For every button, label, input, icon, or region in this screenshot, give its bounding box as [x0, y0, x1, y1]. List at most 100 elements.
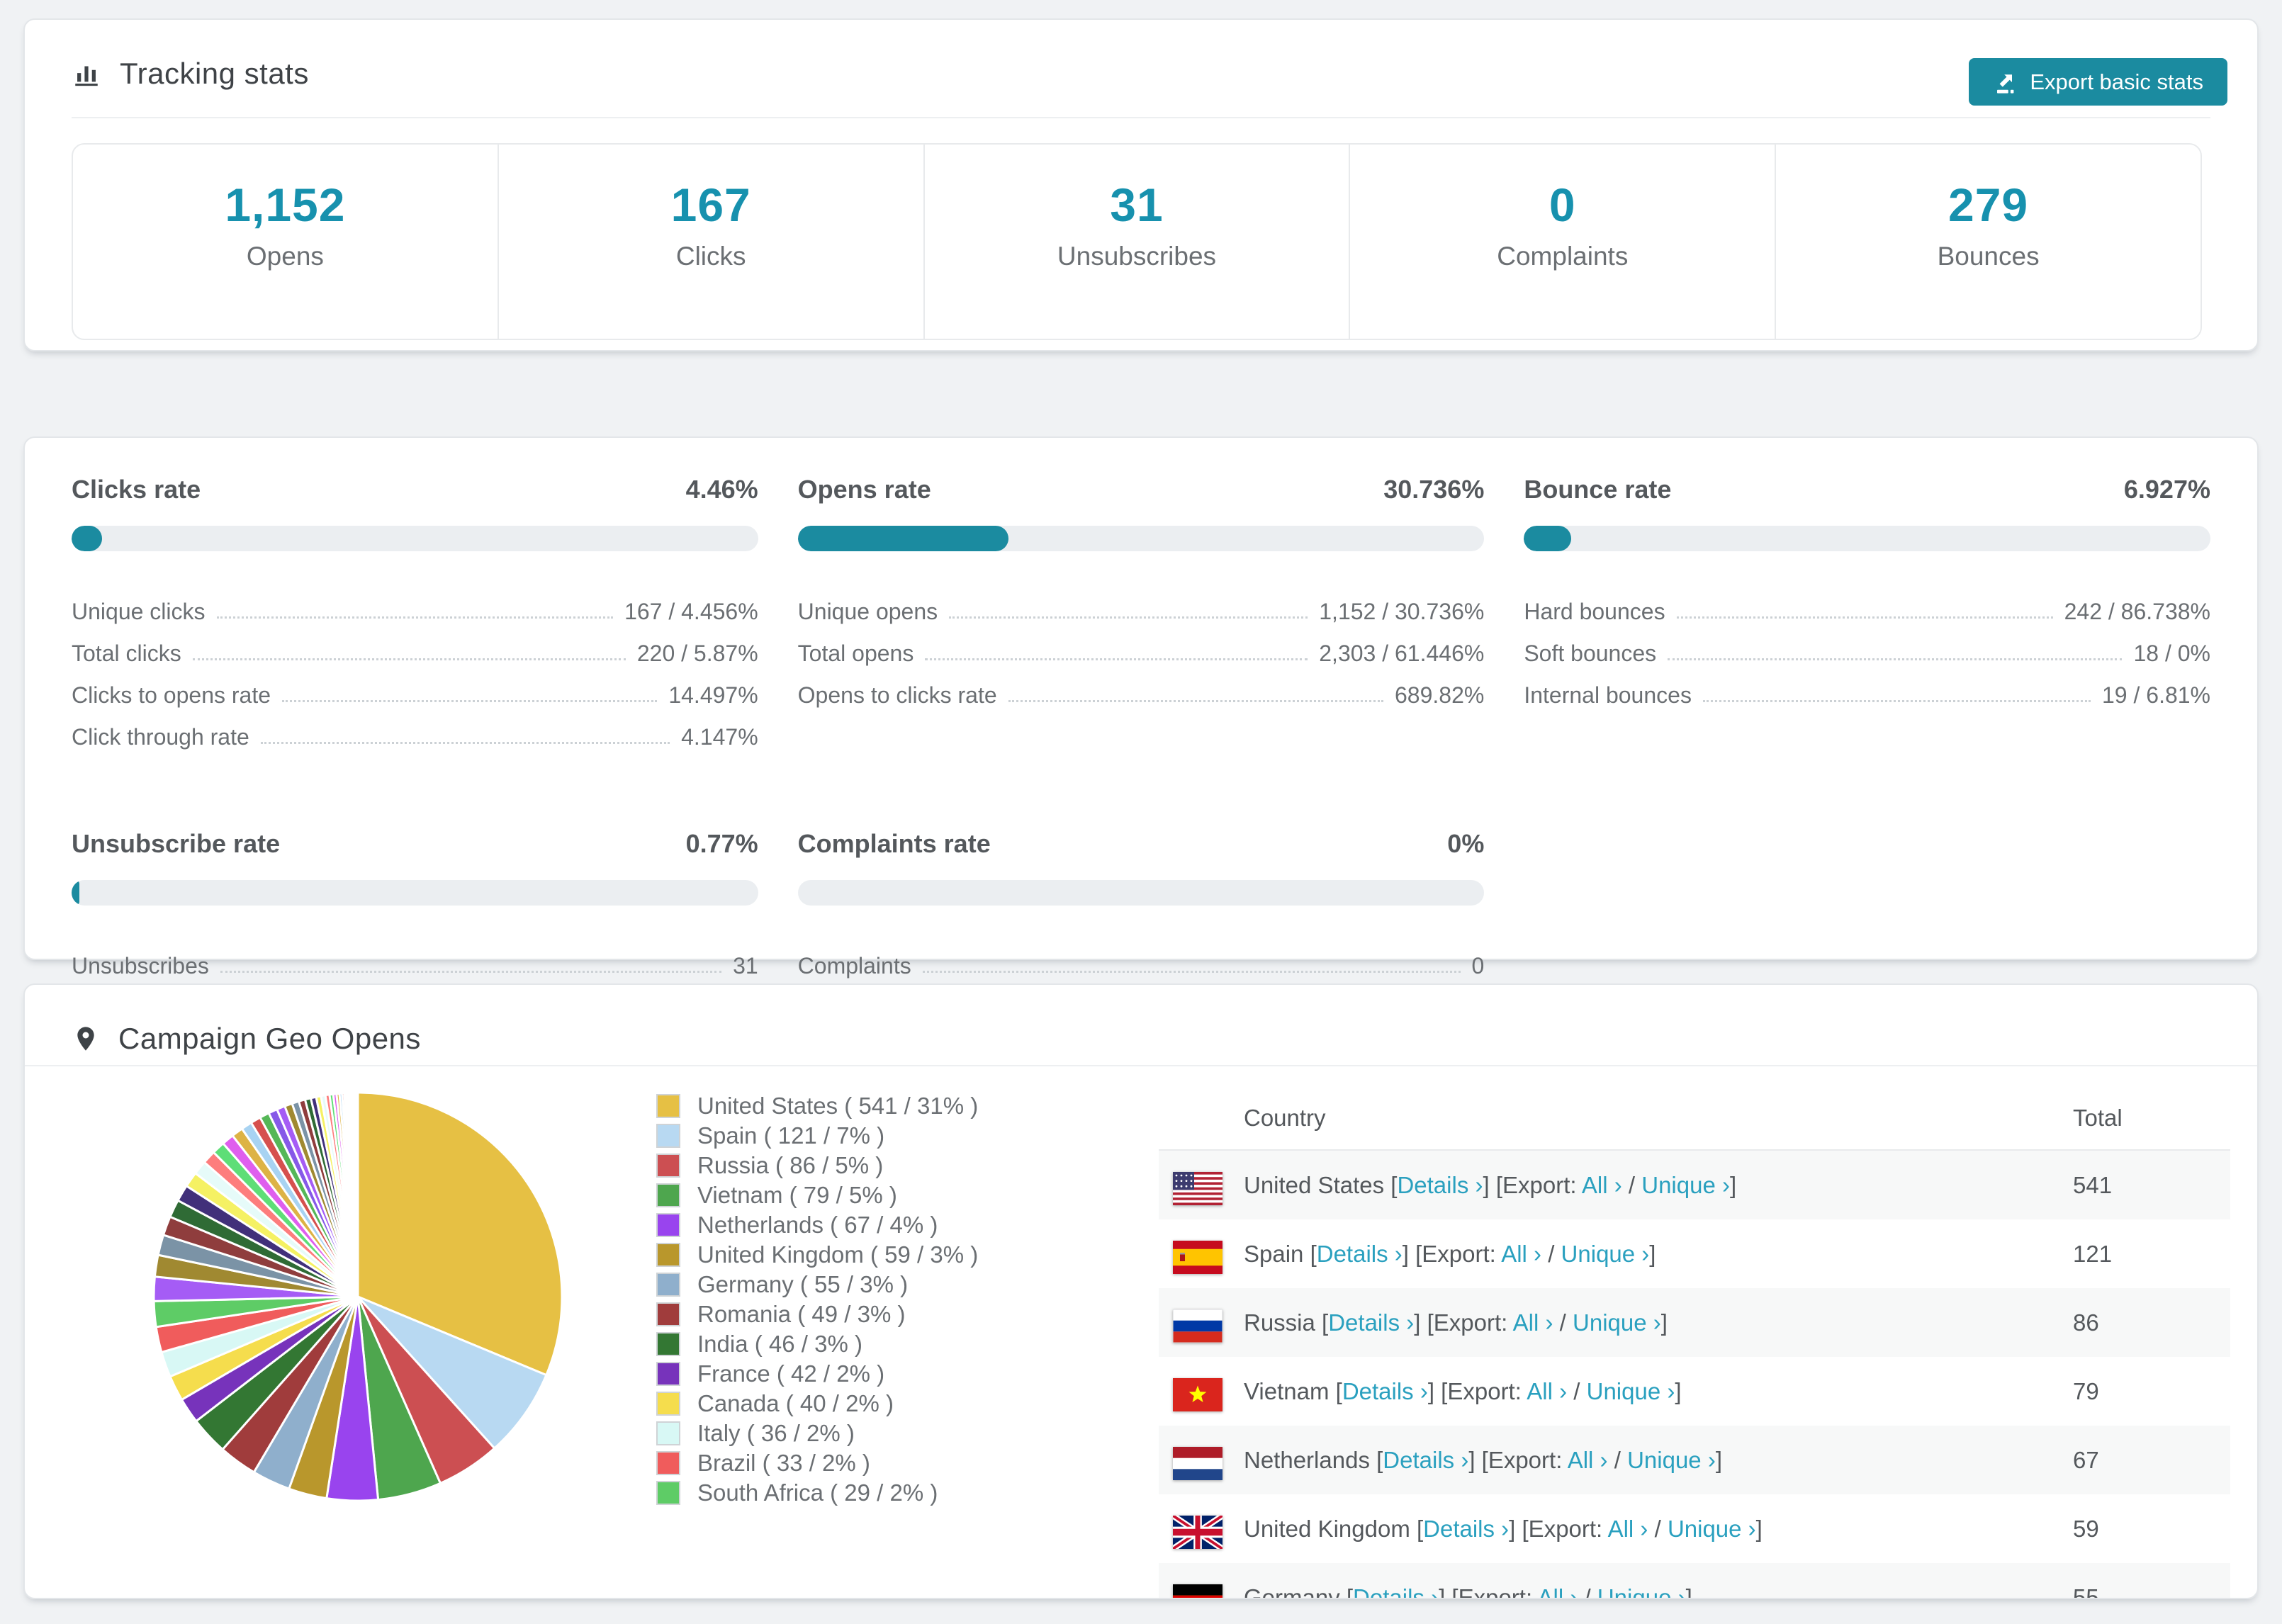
legend-swatch: [656, 1094, 680, 1118]
export-prefix: ] [Export:: [1414, 1309, 1513, 1336]
legend-label: India ( 46 / 3% ): [697, 1331, 862, 1357]
rate-detail-row: Total opens 2,303 / 61.446%: [798, 624, 1485, 666]
rate-detail-label: Hard bounces: [1524, 599, 1665, 625]
rate-detail-value: 220 / 5.87%: [636, 641, 758, 667]
legend-item-united-kingdom[interactable]: United Kingdom ( 59 / 3% ): [656, 1240, 1110, 1270]
bracket-close: ]: [1755, 1515, 1763, 1542]
dotted-leader: [925, 658, 1308, 660]
export-all-link[interactable]: All ›: [1568, 1447, 1608, 1473]
rate-value: 0.77%: [685, 829, 758, 858]
export-unique-link[interactable]: Unique ›: [1668, 1516, 1756, 1542]
bracket-close: ]: [1649, 1240, 1656, 1267]
rate-title: Clicks rate: [72, 475, 201, 504]
rate-block-bounce-rate: Bounce rate 6.927% Hard bounces 242 / 86.73…: [1524, 475, 2210, 750]
details-link[interactable]: Details ›: [1353, 1584, 1439, 1598]
legend-item-canada[interactable]: Canada ( 40 / 2% ): [656, 1389, 1110, 1419]
export-all-link[interactable]: All ›: [1537, 1584, 1578, 1598]
us-flag-icon: [1173, 1171, 1222, 1205]
pie-slice-other[interactable]: [356, 1091, 359, 1298]
rate-value: 4.46%: [685, 475, 758, 504]
legend-item-south-africa[interactable]: South Africa ( 29 / 2% ): [656, 1478, 1110, 1508]
rate-progress-bar: [72, 526, 758, 551]
export-unique-link[interactable]: Unique ›: [1597, 1584, 1686, 1598]
country-name: Netherlands [: [1244, 1446, 1383, 1473]
export-all-link[interactable]: All ›: [1582, 1172, 1622, 1198]
legend-item-italy[interactable]: Italy ( 36 / 2% ): [656, 1419, 1110, 1448]
rate-progress-fill: [1524, 526, 1572, 551]
export-basic-stats-button[interactable]: Export basic stats: [1969, 58, 2227, 106]
legend-swatch: [656, 1213, 680, 1237]
link-separator: /: [1553, 1309, 1573, 1336]
legend-label: Italy ( 36 / 2% ): [697, 1420, 855, 1446]
export-icon: [1997, 74, 2014, 94]
dotted-leader: [922, 971, 1461, 973]
legend-swatch: [656, 1273, 680, 1297]
legend-item-netherlands[interactable]: Netherlands ( 67 / 4% ): [656, 1210, 1110, 1240]
export-all-link[interactable]: All ›: [1513, 1309, 1553, 1336]
geo-table-row-russia: Russia [Details ›] [Export: All › / Uniq…: [1159, 1288, 2230, 1357]
rate-detail-value: 18 / 0%: [2133, 641, 2210, 667]
rate-title: Unsubscribe rate: [72, 829, 281, 858]
de-flag-icon: [1173, 1584, 1222, 1598]
rate-detail-label: Clicks to opens rate: [72, 682, 271, 709]
details-link[interactable]: Details ›: [1317, 1241, 1403, 1267]
export-all-link[interactable]: All ›: [1527, 1378, 1567, 1404]
rate-detail-label: Opens to clicks rate: [797, 682, 997, 709]
geo-table-row-netherlands: Netherlands [Details ›] [Export: All › /…: [1159, 1426, 2230, 1494]
rate-block-clicks-rate: Clicks rate 4.46% Unique clicks 167 / 4.456…: [72, 475, 758, 750]
header-divider: [72, 117, 2210, 118]
rate-value: 30.736%: [1383, 475, 1485, 504]
legend-item-spain[interactable]: Spain ( 121 / 7% ): [656, 1121, 1110, 1151]
ru-flag-icon: [1173, 1309, 1222, 1343]
column-header-country: Country: [1244, 1105, 1326, 1131]
export-unique-link[interactable]: Unique ›: [1561, 1241, 1650, 1267]
export-all-link[interactable]: All ›: [1608, 1516, 1648, 1542]
summary-stat-complaints: 0 Complaints: [1349, 145, 1775, 339]
rate-detail-label: Total opens: [797, 641, 914, 667]
legend-item-romania[interactable]: Romania ( 49 / 3% ): [656, 1299, 1110, 1329]
pie-legend: United States ( 541 / 31% ) Spain ( 121 /…: [656, 1091, 1110, 1508]
legend-swatch: [656, 1124, 680, 1148]
rate-detail-value: 242 / 86.738%: [2064, 599, 2210, 625]
legend-item-vietnam[interactable]: Vietnam ( 79 / 5% ): [656, 1180, 1110, 1210]
legend-item-france[interactable]: France ( 42 / 2% ): [656, 1359, 1110, 1389]
stat-label: Bounces: [1937, 242, 2040, 271]
legend-item-russia[interactable]: Russia ( 86 / 5% ): [656, 1151, 1110, 1180]
summary-stat-unsubscribes: 31 Unsubscribes: [923, 145, 1349, 339]
export-unique-link[interactable]: Unique ›: [1587, 1378, 1675, 1404]
stat-value: 31: [1110, 179, 1164, 231]
rate-detail-value: 19 / 6.81%: [2102, 682, 2210, 709]
geo-pie-chart[interactable]: [145, 1084, 570, 1509]
dashboard-page: Tracking stats Export basic stats 1,152 O…: [0, 0, 2282, 1624]
details-link[interactable]: Details ›: [1397, 1172, 1483, 1198]
es-flag-icon: [1173, 1240, 1222, 1274]
rate-detail-value: 0: [1471, 953, 1485, 979]
summary-stats-strip: 1,152 Opens 167 Clicks 31 Unsubscribes 0 Compla…: [72, 143, 2202, 340]
export-all-link[interactable]: All ›: [1501, 1241, 1541, 1267]
rate-detail-row: Click through rate 4.147%: [72, 708, 758, 750]
legend-swatch: [656, 1451, 680, 1475]
legend-item-india[interactable]: India ( 46 / 3% ): [656, 1329, 1110, 1359]
details-link[interactable]: Details ›: [1342, 1378, 1428, 1404]
details-link[interactable]: Details ›: [1383, 1447, 1468, 1473]
legend-item-germany[interactable]: Germany ( 55 / 3% ): [656, 1270, 1110, 1299]
rate-progress-fill: [797, 526, 1009, 551]
legend-item-brazil[interactable]: Brazil ( 33 / 2% ): [656, 1448, 1110, 1478]
rate-detail-value: 1,152 / 30.736%: [1319, 599, 1485, 625]
rate-title: Bounce rate: [1524, 475, 1672, 504]
country-cell: United Kingdom [Details ›] [Export: All …: [1159, 1515, 2073, 1549]
details-link[interactable]: Details ›: [1328, 1309, 1414, 1336]
country-cell: Spain [Details ›] [Export: All › / Uniqu…: [1159, 1240, 2073, 1274]
rate-detail-label: Click through rate: [72, 724, 249, 750]
export-unique-link[interactable]: Unique ›: [1573, 1309, 1661, 1336]
legend-item-united-states[interactable]: United States ( 541 / 31% ): [656, 1091, 1110, 1121]
export-unique-link[interactable]: Unique ›: [1627, 1447, 1716, 1473]
export-unique-link[interactable]: Unique ›: [1641, 1172, 1730, 1198]
export-prefix: ] [Export:: [1402, 1240, 1502, 1267]
dotted-leader: [949, 616, 1308, 619]
details-link[interactable]: Details ›: [1423, 1516, 1509, 1542]
stat-value: 167: [670, 179, 751, 231]
stat-label: Complaints: [1497, 242, 1629, 271]
rate-progress-fill: [72, 880, 79, 906]
rate-detail-row: Total clicks 220 / 5.87%: [72, 624, 758, 666]
